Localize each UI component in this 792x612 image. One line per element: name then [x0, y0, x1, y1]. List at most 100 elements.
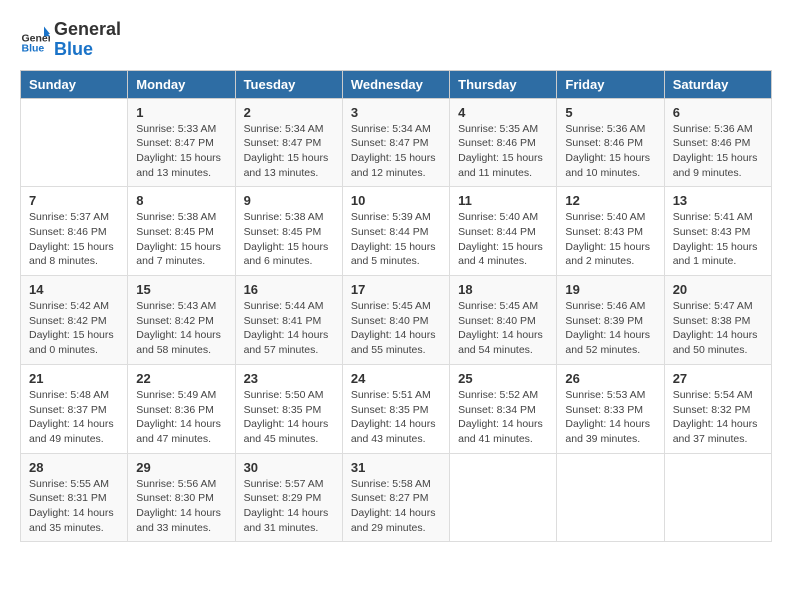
- day-number: 30: [244, 460, 334, 475]
- calendar-week-row: 14Sunrise: 5:42 AM Sunset: 8:42 PM Dayli…: [21, 276, 772, 365]
- day-number: 11: [458, 193, 548, 208]
- day-info: Sunrise: 5:49 AM Sunset: 8:36 PM Dayligh…: [136, 388, 226, 447]
- day-info: Sunrise: 5:36 AM Sunset: 8:46 PM Dayligh…: [565, 122, 655, 181]
- day-info: Sunrise: 5:55 AM Sunset: 8:31 PM Dayligh…: [29, 477, 119, 536]
- day-number: 8: [136, 193, 226, 208]
- day-number: 4: [458, 105, 548, 120]
- calendar-cell: 27Sunrise: 5:54 AM Sunset: 8:32 PM Dayli…: [664, 364, 771, 453]
- calendar-cell: 9 Sunrise: 5:38 AM Sunset: 8:45 PM Daylig…: [235, 187, 342, 276]
- day-number: 1: [136, 105, 226, 120]
- day-info: Sunrise: 5:52 AM Sunset: 8:34 PM Dayligh…: [458, 388, 548, 447]
- day-number: 2: [244, 105, 334, 120]
- page-header: General Blue GeneralBlue: [20, 20, 772, 60]
- calendar-cell: 15Sunrise: 5:43 AM Sunset: 8:42 PM Dayli…: [128, 276, 235, 365]
- day-number: 26: [565, 371, 655, 386]
- calendar-cell: 18 Sunrise: 5:45 AM Sunset: 8:40 PM Dayli…: [450, 276, 557, 365]
- day-info: Sunrise: 5:40 AM Sunset: 8:44 PM Dayligh…: [458, 210, 548, 269]
- day-info: Sunrise: 5:58 AM Sunset: 8:27 PM Dayligh…: [351, 477, 441, 536]
- day-info: Sunrise: 5:50 AM Sunset: 8:35 PM Dayligh…: [244, 388, 334, 447]
- calendar-cell: 14Sunrise: 5:42 AM Sunset: 8:42 PM Dayli…: [21, 276, 128, 365]
- day-number: 28: [29, 460, 119, 475]
- day-number: 20: [673, 282, 763, 297]
- day-info: Sunrise: 5:47 AM Sunset: 8:38 PM Dayligh…: [673, 299, 763, 358]
- day-number: 12: [565, 193, 655, 208]
- day-info: Sunrise: 5:37 AM Sunset: 8:46 PM Dayligh…: [29, 210, 119, 269]
- calendar-cell: 25 Sunrise: 5:52 AM Sunset: 8:34 PM Dayli…: [450, 364, 557, 453]
- col-header-saturday: Saturday: [664, 70, 771, 98]
- calendar-week-row: 7Sunrise: 5:37 AM Sunset: 8:46 PM Daylig…: [21, 187, 772, 276]
- calendar-cell: [21, 98, 128, 187]
- col-header-thursday: Thursday: [450, 70, 557, 98]
- day-info: Sunrise: 5:51 AM Sunset: 8:35 PM Dayligh…: [351, 388, 441, 447]
- day-number: 6: [673, 105, 763, 120]
- calendar-cell: 13Sunrise: 5:41 AM Sunset: 8:43 PM Dayli…: [664, 187, 771, 276]
- calendar-cell: 19 Sunrise: 5:46 AM Sunset: 8:39 PM Dayli…: [557, 276, 664, 365]
- day-info: Sunrise: 5:36 AM Sunset: 8:46 PM Dayligh…: [673, 122, 763, 181]
- calendar-cell: [664, 453, 771, 542]
- day-info: Sunrise: 5:35 AM Sunset: 8:46 PM Dayligh…: [458, 122, 548, 181]
- logo-text: GeneralBlue: [54, 20, 121, 60]
- day-info: Sunrise: 5:46 AM Sunset: 8:39 PM Dayligh…: [565, 299, 655, 358]
- calendar-cell: 5 Sunrise: 5:36 AM Sunset: 8:46 PM Daylig…: [557, 98, 664, 187]
- day-info: Sunrise: 5:45 AM Sunset: 8:40 PM Dayligh…: [351, 299, 441, 358]
- calendar-cell: 17 Sunrise: 5:45 AM Sunset: 8:40 PM Dayli…: [342, 276, 449, 365]
- day-info: Sunrise: 5:33 AM Sunset: 8:47 PM Dayligh…: [136, 122, 226, 181]
- calendar-week-row: 1 Sunrise: 5:33 AM Sunset: 8:47 PM Daylig…: [21, 98, 772, 187]
- calendar-cell: 16 Sunrise: 5:44 AM Sunset: 8:41 PM Dayli…: [235, 276, 342, 365]
- col-header-wednesday: Wednesday: [342, 70, 449, 98]
- day-number: 9: [244, 193, 334, 208]
- svg-text:Blue: Blue: [22, 42, 45, 54]
- calendar-cell: 20 Sunrise: 5:47 AM Sunset: 8:38 PM Dayli…: [664, 276, 771, 365]
- day-number: 22: [136, 371, 226, 386]
- calendar-cell: 2 Sunrise: 5:34 AM Sunset: 8:47 PM Daylig…: [235, 98, 342, 187]
- day-info: Sunrise: 5:44 AM Sunset: 8:41 PM Dayligh…: [244, 299, 334, 358]
- day-number: 18: [458, 282, 548, 297]
- day-number: 31: [351, 460, 441, 475]
- day-number: 19: [565, 282, 655, 297]
- calendar-cell: 23 Sunrise: 5:50 AM Sunset: 8:35 PM Dayli…: [235, 364, 342, 453]
- col-header-monday: Monday: [128, 70, 235, 98]
- day-number: 25: [458, 371, 548, 386]
- day-info: Sunrise: 5:38 AM Sunset: 8:45 PM Dayligh…: [136, 210, 226, 269]
- calendar-cell: 22 Sunrise: 5:49 AM Sunset: 8:36 PM Dayli…: [128, 364, 235, 453]
- day-number: 23: [244, 371, 334, 386]
- day-info: Sunrise: 5:41 AM Sunset: 8:43 PM Dayligh…: [673, 210, 763, 269]
- day-info: Sunrise: 5:39 AM Sunset: 8:44 PM Dayligh…: [351, 210, 441, 269]
- day-number: 10: [351, 193, 441, 208]
- calendar-header-row: SundayMondayTuesdayWednesdayThursdayFrid…: [21, 70, 772, 98]
- day-info: Sunrise: 5:34 AM Sunset: 8:47 PM Dayligh…: [351, 122, 441, 181]
- calendar-cell: 1 Sunrise: 5:33 AM Sunset: 8:47 PM Daylig…: [128, 98, 235, 187]
- calendar-week-row: 21 Sunrise: 5:48 AM Sunset: 8:37 PM Dayli…: [21, 364, 772, 453]
- day-number: 16: [244, 282, 334, 297]
- day-number: 5: [565, 105, 655, 120]
- col-header-tuesday: Tuesday: [235, 70, 342, 98]
- calendar-cell: 3Sunrise: 5:34 AM Sunset: 8:47 PM Daylig…: [342, 98, 449, 187]
- day-info: Sunrise: 5:38 AM Sunset: 8:45 PM Dayligh…: [244, 210, 334, 269]
- calendar-cell: 12 Sunrise: 5:40 AM Sunset: 8:43 PM Dayli…: [557, 187, 664, 276]
- calendar-cell: 21 Sunrise: 5:48 AM Sunset: 8:37 PM Dayli…: [21, 364, 128, 453]
- day-info: Sunrise: 5:42 AM Sunset: 8:42 PM Dayligh…: [29, 299, 119, 358]
- calendar-cell: 29Sunrise: 5:56 AM Sunset: 8:30 PM Dayli…: [128, 453, 235, 542]
- col-header-sunday: Sunday: [21, 70, 128, 98]
- calendar-cell: [557, 453, 664, 542]
- day-info: Sunrise: 5:54 AM Sunset: 8:32 PM Dayligh…: [673, 388, 763, 447]
- day-number: 17: [351, 282, 441, 297]
- calendar-cell: 6 Sunrise: 5:36 AM Sunset: 8:46 PM Daylig…: [664, 98, 771, 187]
- day-number: 24: [351, 371, 441, 386]
- calendar-cell: 4 Sunrise: 5:35 AM Sunset: 8:46 PM Daylig…: [450, 98, 557, 187]
- calendar-cell: 30 Sunrise: 5:57 AM Sunset: 8:29 PM Dayli…: [235, 453, 342, 542]
- calendar-cell: 8 Sunrise: 5:38 AM Sunset: 8:45 PM Daylig…: [128, 187, 235, 276]
- day-info: Sunrise: 5:57 AM Sunset: 8:29 PM Dayligh…: [244, 477, 334, 536]
- day-info: Sunrise: 5:34 AM Sunset: 8:47 PM Dayligh…: [244, 122, 334, 181]
- day-number: 21: [29, 371, 119, 386]
- calendar-cell: 28 Sunrise: 5:55 AM Sunset: 8:31 PM Dayli…: [21, 453, 128, 542]
- day-info: Sunrise: 5:53 AM Sunset: 8:33 PM Dayligh…: [565, 388, 655, 447]
- day-info: Sunrise: 5:40 AM Sunset: 8:43 PM Dayligh…: [565, 210, 655, 269]
- calendar-cell: 11 Sunrise: 5:40 AM Sunset: 8:44 PM Dayli…: [450, 187, 557, 276]
- day-info: Sunrise: 5:48 AM Sunset: 8:37 PM Dayligh…: [29, 388, 119, 447]
- calendar-cell: 24 Sunrise: 5:51 AM Sunset: 8:35 PM Dayli…: [342, 364, 449, 453]
- calendar-cell: 10 Sunrise: 5:39 AM Sunset: 8:44 PM Dayli…: [342, 187, 449, 276]
- day-info: Sunrise: 5:56 AM Sunset: 8:30 PM Dayligh…: [136, 477, 226, 536]
- calendar-cell: [450, 453, 557, 542]
- day-info: Sunrise: 5:45 AM Sunset: 8:40 PM Dayligh…: [458, 299, 548, 358]
